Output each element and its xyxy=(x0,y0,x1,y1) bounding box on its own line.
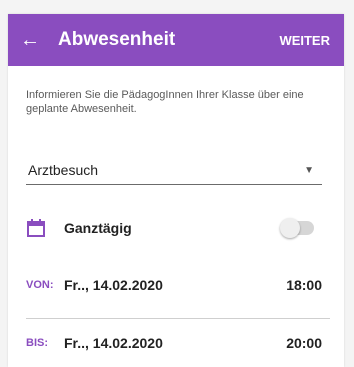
app-bar: ← Abwesenheit WEITER xyxy=(8,14,344,66)
chevron-down-icon: ▼ xyxy=(304,164,314,176)
back-button[interactable]: ← xyxy=(8,14,52,66)
all-day-label: Ganztägig xyxy=(64,220,132,236)
screen-background: ← Abwesenheit WEITER Informieren Sie die… xyxy=(0,0,354,367)
info-text: Informieren Sie die PädagogInnen Ihrer K… xyxy=(26,89,304,115)
divider xyxy=(26,318,330,319)
bis-row[interactable]: BIS: Fr.., 14.02.2020 20:00 xyxy=(26,326,326,360)
von-time[interactable]: 18:00 xyxy=(286,277,322,293)
von-row[interactable]: VON: Fr.., 14.02.2020 18:00 xyxy=(26,268,326,302)
page-title: Abwesenheit xyxy=(58,29,176,50)
toggle-knob xyxy=(280,218,300,238)
bis-date[interactable]: Fr.., 14.02.2020 xyxy=(64,335,286,351)
reason-dropdown[interactable]: Arztbesuch ▼ xyxy=(26,156,322,185)
absence-form: ← Abwesenheit WEITER Informieren Sie die… xyxy=(8,14,344,367)
calendar-icon xyxy=(27,219,45,237)
arrow-left-icon: ← xyxy=(20,28,40,51)
all-day-toggle[interactable] xyxy=(280,218,314,238)
all-day-row: Ganztägig xyxy=(26,212,326,244)
weiter-button[interactable]: WEITER xyxy=(265,33,344,48)
von-label: VON: xyxy=(26,279,54,291)
bis-label: BIS: xyxy=(26,337,48,349)
bis-time[interactable]: 20:00 xyxy=(286,335,322,351)
von-date[interactable]: Fr.., 14.02.2020 xyxy=(64,277,286,293)
reason-selected-value: Arztbesuch xyxy=(28,162,99,178)
